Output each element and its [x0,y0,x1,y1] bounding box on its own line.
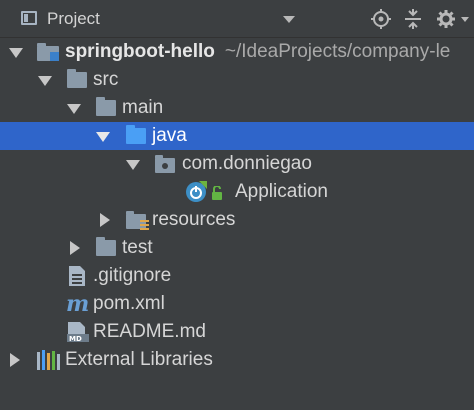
gitignore-label: .gitignore [93,265,172,286]
svg-text:m: m [66,294,89,314]
external-libraries-label: External Libraries [65,349,213,370]
tree-node-readme[interactable]: MD README.md [0,318,474,346]
java-label: java [152,125,187,146]
spring-boot-class-icon [186,181,207,202]
gear-dropdown-icon[interactable] [459,9,471,29]
package-label: com.donniegao [182,153,312,174]
main-label: main [122,97,164,118]
project-toolbar: Project [0,0,474,38]
resources-label: resources [152,209,236,230]
expand-arrow-icon[interactable] [70,241,80,255]
markdown-file-icon: MD [67,322,89,343]
folder-icon [67,69,87,88]
expand-arrow-icon[interactable] [67,104,81,114]
expand-arrow-icon[interactable] [100,213,110,227]
expand-arrow-icon[interactable] [38,76,52,86]
expand-arrow-icon[interactable] [9,48,23,58]
view-selector-label[interactable]: Project [47,9,100,29]
tree-node-resources[interactable]: resources [0,206,474,234]
tree-node-gitignore[interactable]: .gitignore [0,262,474,290]
resources-folder-icon [126,211,149,230]
source-folder-icon [126,125,146,144]
project-name: springboot-hello [65,41,215,62]
folder-icon [96,97,116,116]
tree-node-application[interactable]: Application [0,178,474,206]
expand-arrow-icon[interactable] [96,132,110,142]
application-label: Application [235,181,328,202]
tree-node-project-root[interactable]: springboot-hello ~/IdeaProjects/company-l… [0,38,474,66]
maven-icon: m [66,294,89,314]
tree-node-package[interactable]: com.donniegao [0,150,474,178]
locate-icon[interactable] [371,9,391,29]
tree-node-main[interactable]: main [0,94,474,122]
collapse-all-icon[interactable] [403,9,423,29]
folder-icon [96,237,116,256]
tree-node-java[interactable]: java [0,122,474,150]
expand-arrow-icon[interactable] [10,353,20,367]
project-view-icon [21,11,37,25]
gear-icon[interactable] [436,9,456,29]
package-icon [155,155,175,173]
tree-node-external-libraries[interactable]: External Libraries [0,346,474,374]
src-label: src [93,69,119,90]
project-tool-window: Project springboot-hello ~/IdeaProjects/… [0,0,474,410]
expand-arrow-icon[interactable] [126,160,140,170]
module-folder-icon [37,43,59,61]
unlock-icon [212,186,222,200]
pom-label: pom.xml [93,293,165,314]
project-tree: springboot-hello ~/IdeaProjects/company-l… [0,38,474,374]
tree-node-pom[interactable]: m pom.xml [0,290,474,318]
project-root-label: springboot-hello ~/IdeaProjects/company-l… [65,41,450,63]
libraries-icon [37,350,60,370]
chevron-down-icon[interactable] [283,16,295,23]
tree-node-test[interactable]: test [0,234,474,262]
text-file-icon [69,266,85,286]
project-path: ~/IdeaProjects/company-le [224,41,451,62]
svg-text:MD: MD [69,335,82,343]
tree-node-src[interactable]: src [0,66,474,94]
readme-label: README.md [93,321,206,342]
test-label: test [122,237,153,258]
